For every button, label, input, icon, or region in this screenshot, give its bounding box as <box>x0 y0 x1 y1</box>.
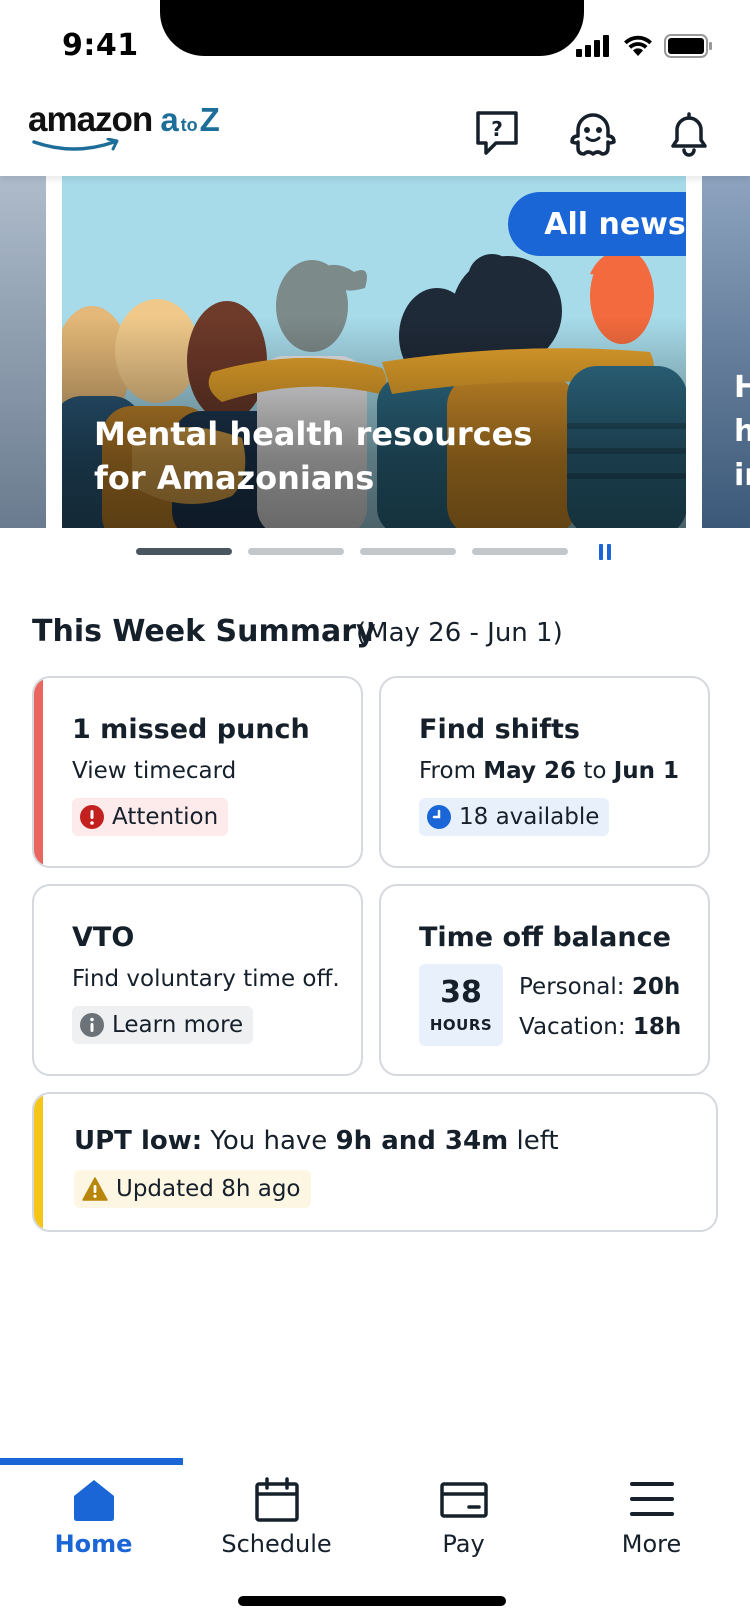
tab-home[interactable]: Home <box>0 1476 187 1576</box>
ghost-mascot-icon[interactable] <box>566 106 620 160</box>
card-title: 1 missed punch <box>72 714 310 745</box>
upt-message: UPT low: You have 9h and 34m left <box>74 1126 559 1156</box>
personal-label: Personal: <box>519 974 625 1000</box>
card-title: Find shifts <box>419 714 580 745</box>
tab-more[interactable]: More <box>558 1476 745 1576</box>
available-shifts-badge: 18 available <box>419 798 610 836</box>
amazon-smile-icon <box>32 138 119 151</box>
page-indicator[interactable] <box>136 548 232 555</box>
find-shifts-card[interactable]: Find shifts From May 26 to Jun 1 18 avai… <box>379 676 710 868</box>
clock-icon <box>427 805 451 829</box>
card-title: Time off balance <box>419 922 671 953</box>
card-title: VTO <box>72 922 135 953</box>
summary-title: This Week Summary <box>32 614 376 649</box>
upt-text-before: You have <box>210 1126 328 1156</box>
carousel-prev-slide[interactable] <box>0 176 46 528</box>
page-indicator[interactable] <box>248 548 344 555</box>
missed-punch-card[interactable]: 1 missed punch View timecard Attention <box>32 676 363 868</box>
next-slide-title-fragment: Hhir <box>734 370 750 493</box>
upt-card[interactable]: UPT low: You have 9h and 34m left Update… <box>32 1092 718 1232</box>
status-bar: 9:41 <box>0 0 750 90</box>
wifi-icon <box>624 35 652 56</box>
app-header: amazon a to Z ? <box>0 90 750 176</box>
home-icon <box>73 1480 114 1521</box>
to-word: to <box>583 758 607 784</box>
from-date: May 26 <box>483 758 577 784</box>
tab-label: More <box>621 1530 682 1558</box>
tab-schedule[interactable]: Schedule <box>183 1476 370 1576</box>
tab-label: Schedule <box>221 1530 332 1558</box>
time-off-balance-card[interactable]: Time off balance 38 HOURS Personal: 20h … <box>379 884 710 1076</box>
attention-badge: Attention <box>72 798 229 836</box>
badge-label: 18 available <box>459 804 600 830</box>
carousel-next-slide[interactable]: Hhir <box>702 176 750 528</box>
total-hours-box: 38 HOURS <box>419 964 503 1046</box>
help-chat-icon[interactable]: ? <box>470 106 524 160</box>
personal-balance: Personal: 20h <box>519 974 680 1000</box>
home-indicator[interactable] <box>238 1596 506 1606</box>
status-time: 9:41 <box>62 28 139 63</box>
badge-label: Attention <box>112 804 219 830</box>
logo-atoz: a to Z <box>160 101 220 139</box>
device-notch <box>160 0 584 56</box>
news-carousel[interactable]: Mental health resources for Amazonians A… <box>0 176 750 528</box>
learn-more-badge[interactable]: Learn more <box>72 1006 254 1044</box>
logo-z: Z <box>199 101 220 138</box>
pause-icon[interactable] <box>599 544 611 560</box>
hamburger-menu-icon <box>629 1482 674 1516</box>
card-accent-bar <box>34 678 43 866</box>
to-date: Jun 1 <box>613 758 680 784</box>
svg-text:?: ? <box>491 117 503 141</box>
badge-label: Learn more <box>112 1012 244 1038</box>
card-accent-bar <box>34 1094 43 1230</box>
logo-a: a <box>160 101 179 138</box>
status-icons <box>576 34 714 58</box>
credit-card-icon <box>439 1482 488 1518</box>
bell-icon[interactable] <box>662 106 716 160</box>
card-subtitle: Find voluntary time off. <box>72 966 340 992</box>
cellular-signal-icon <box>576 35 609 57</box>
vacation-value: 18h <box>632 1014 682 1040</box>
carousel-page-indicators <box>136 548 568 555</box>
tab-label: Home <box>54 1530 133 1558</box>
vto-card[interactable]: VTO Find voluntary time off. Learn more <box>32 884 363 1076</box>
calendar-icon <box>254 1477 299 1522</box>
total-hours-value: 38 <box>440 975 482 1010</box>
upt-text-after: left <box>516 1126 559 1156</box>
upt-label: UPT low: <box>74 1126 203 1156</box>
updated-badge: Updated 8h ago <box>74 1170 311 1208</box>
personal-value: 20h <box>631 974 681 1000</box>
card-subtitle: From May 26 to Jun 1 <box>419 758 679 784</box>
battery-icon <box>664 34 712 58</box>
alert-circle-icon <box>80 805 104 829</box>
vacation-label: Vacation: <box>519 1014 626 1040</box>
from-word: From <box>419 758 476 784</box>
carousel-slide[interactable]: Mental health resources for Amazonians A… <box>62 176 686 528</box>
card-subtitle: View timecard <box>72 758 237 784</box>
summary-date-range: (May 26 - Jun 1) <box>356 618 563 648</box>
amazon-a-to-z-logo[interactable]: amazon a to Z <box>28 100 220 160</box>
vacation-balance: Vacation: 18h <box>519 1014 681 1040</box>
tab-label: Pay <box>442 1530 485 1558</box>
info-icon <box>80 1013 104 1037</box>
logo-to: to <box>180 115 198 135</box>
badge-label: Updated 8h ago <box>116 1176 301 1202</box>
all-news-button[interactable]: All news <box>508 192 686 256</box>
active-tab-indicator <box>0 1458 183 1465</box>
upt-amount: 9h and 34m <box>335 1126 509 1156</box>
tab-pay[interactable]: Pay <box>370 1476 557 1576</box>
page-indicator[interactable] <box>472 548 568 555</box>
warning-triangle-icon <box>82 1177 108 1201</box>
total-hours-unit: HOURS <box>429 1016 493 1034</box>
logo-wordmark: amazon <box>28 100 153 139</box>
page-indicator[interactable] <box>360 548 456 555</box>
slide-title[interactable]: Mental health resources for Amazonians <box>94 412 594 500</box>
